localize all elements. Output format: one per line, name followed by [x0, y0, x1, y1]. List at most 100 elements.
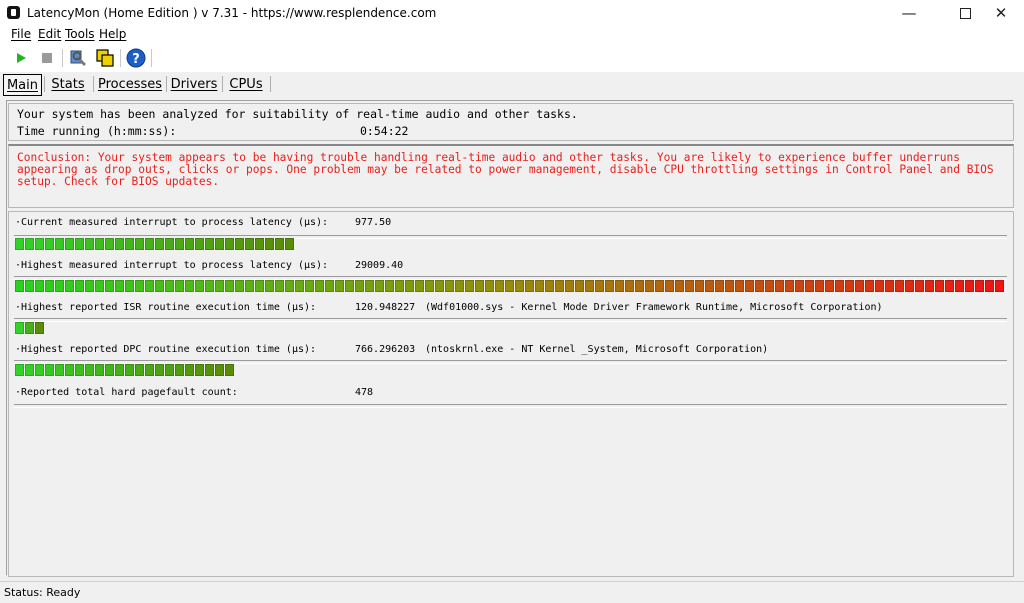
meter-segment [125, 280, 134, 292]
menu-tools[interactable]: Tools [65, 27, 95, 41]
meter-segment [185, 364, 194, 376]
tab-drivers[interactable]: Drivers [171, 74, 218, 94]
meter-segment [175, 238, 184, 250]
meter-segment [15, 364, 24, 376]
meter-segment [165, 280, 174, 292]
meter-segment [155, 238, 164, 250]
meter-segment [15, 322, 24, 334]
status-text: Status: Ready [4, 586, 81, 599]
meter-segment [595, 280, 604, 292]
minimize-button[interactable]: — [886, 0, 932, 26]
meter-segment [65, 364, 74, 376]
meter-segment [55, 238, 64, 250]
meter-segment [725, 280, 734, 292]
toolbar-separator [62, 49, 63, 67]
meter-segment [695, 280, 704, 292]
meter-segment [575, 280, 584, 292]
meter-segment [235, 238, 244, 250]
meter-segment [105, 238, 114, 250]
meter-segment [975, 280, 984, 292]
metric-label: ·Current measured interrupt to process l… [15, 217, 329, 228]
meter-segment [765, 280, 774, 292]
meter-segment [825, 280, 834, 292]
time-running-value: 0:54:22 [360, 124, 409, 138]
help-button[interactable]: ? [125, 47, 147, 69]
meter-segment [395, 280, 404, 292]
toolbar-separator [120, 49, 121, 67]
meter-segment [95, 364, 104, 376]
close-button[interactable]: ✕ [978, 0, 1024, 26]
meter-segment [305, 280, 314, 292]
metric-description: (ntoskrnl.exe - NT Kernel _System, Micro… [425, 344, 769, 355]
meter-segment [225, 364, 234, 376]
meter-segment [65, 238, 74, 250]
maximize-icon [959, 7, 971, 19]
meter-segment [835, 280, 844, 292]
meter-segment [435, 280, 444, 292]
meter-segment [935, 280, 944, 292]
toolbar: ? [0, 44, 1024, 72]
meter-segment [245, 280, 254, 292]
meter-segment [85, 238, 94, 250]
meter-segment [15, 238, 24, 250]
meter-segment [65, 280, 74, 292]
metric-label: ·Highest reported DPC routine execution … [15, 344, 317, 355]
meter-segment [185, 280, 194, 292]
menu-help[interactable]: Help [99, 27, 126, 41]
meter-segment [175, 364, 184, 376]
meter-segment [225, 280, 234, 292]
meter-segment [375, 280, 384, 292]
metric-label: ·Highest reported ISR routine execution … [15, 302, 317, 313]
meter-segment [145, 364, 154, 376]
menu-edit[interactable]: Edit [38, 27, 61, 41]
meter-segment [265, 238, 274, 250]
meter-segment [255, 280, 264, 292]
meter-segment [425, 280, 434, 292]
tab-processes[interactable]: Processes [98, 74, 162, 94]
meter-segment [385, 280, 394, 292]
meter-segment [75, 364, 84, 376]
windows-button[interactable] [94, 47, 116, 69]
meter-segment [705, 280, 714, 292]
meter-segment [75, 238, 84, 250]
meter-segment [215, 364, 224, 376]
meter-segment [565, 280, 574, 292]
meter-segment [115, 280, 124, 292]
meter-segment [805, 280, 814, 292]
meter-segment [775, 280, 784, 292]
tab-cpus[interactable]: CPUs [228, 74, 264, 94]
meter-segment [925, 280, 934, 292]
meter-segment [195, 364, 204, 376]
tab-main[interactable]: Main [3, 74, 42, 96]
toolbar-separator [151, 49, 152, 67]
help-icon: ? [126, 48, 146, 68]
title-bar: LatencyMon (Home Edition ) v 7.31 - http… [0, 0, 1024, 26]
start-button[interactable] [10, 47, 32, 69]
meter-segment [505, 280, 514, 292]
menu-file[interactable]: File [11, 27, 31, 41]
meter-segment [675, 280, 684, 292]
meter-segment [405, 280, 414, 292]
tab-separator [166, 76, 167, 92]
meter-segment [645, 280, 654, 292]
stop-button[interactable] [36, 47, 58, 69]
tools-button[interactable] [68, 47, 90, 69]
meter-segment [85, 364, 94, 376]
meter-segment [635, 280, 644, 292]
menu-bar: File Edit Tools Help [0, 26, 1024, 44]
metric-label: ·Highest measured interrupt to process l… [15, 260, 329, 271]
meter-segment [135, 280, 144, 292]
meter-segment [225, 238, 234, 250]
meter-segment [615, 280, 624, 292]
conclusion-text: Conclusion: Your system appears to be ha… [17, 151, 994, 188]
conclusion-panel: Conclusion: Your system appears to be ha… [8, 144, 1014, 208]
metric-label: ·Reported total hard pagefault count: [15, 387, 238, 398]
meter-segment [845, 280, 854, 292]
meter-segment [465, 280, 474, 292]
tab-stats[interactable]: Stats [50, 74, 86, 94]
meter-segment [445, 280, 454, 292]
wrench-icon [70, 50, 86, 66]
meter-segment [205, 280, 214, 292]
meter-track [14, 404, 1007, 408]
meter-segment [95, 280, 104, 292]
